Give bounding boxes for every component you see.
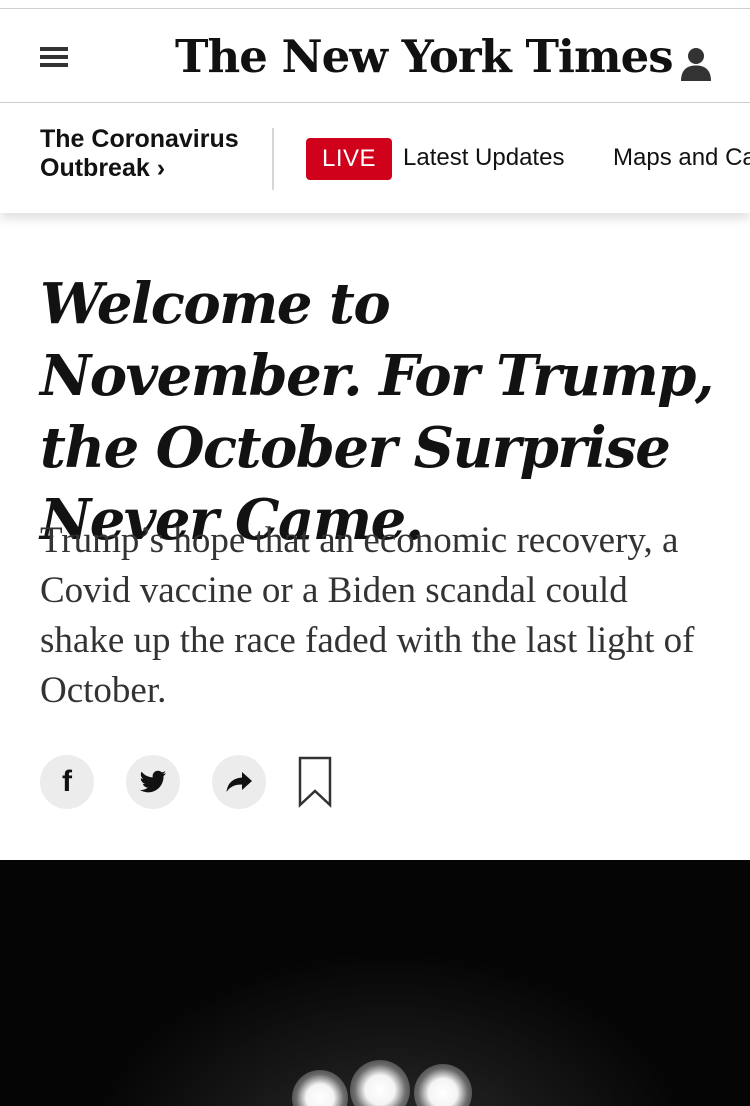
story-section-link[interactable]: The Coronavirus Outbreak › <box>40 125 260 183</box>
stage-light <box>350 1060 410 1106</box>
hamburger-menu-icon[interactable] <box>40 47 68 67</box>
user-account-icon[interactable] <box>680 47 712 81</box>
nav-link-latest-updates[interactable]: Latest Updates <box>403 143 564 173</box>
lead-photo <box>0 860 750 1106</box>
nav-link-maps[interactable]: Maps and Ca <box>613 143 750 173</box>
share-arrow-icon <box>226 772 252 792</box>
share-more-button[interactable] <box>212 755 266 809</box>
top-border <box>0 0 750 9</box>
article-summary: Trump’s hope that an economic recovery, … <box>40 520 695 711</box>
bookmark-icon[interactable] <box>298 756 332 808</box>
facebook-share-button[interactable]: f <box>40 755 94 809</box>
twitter-icon <box>139 770 166 793</box>
stage-light <box>292 1070 348 1106</box>
nav-divider <box>272 128 274 190</box>
facebook-icon: f <box>62 765 72 798</box>
stage-light <box>414 1064 472 1106</box>
story-navigation-bar: The Coronavirus Outbreak › LIVE Latest U… <box>0 103 750 213</box>
masthead: The New York Times <box>0 9 750 103</box>
twitter-share-button[interactable] <box>126 755 180 809</box>
live-badge[interactable]: LIVE <box>306 138 392 180</box>
article-headline: Welcome to November. For Trump, the Octo… <box>40 271 714 553</box>
site-logo[interactable]: The New York Times <box>175 29 674 84</box>
